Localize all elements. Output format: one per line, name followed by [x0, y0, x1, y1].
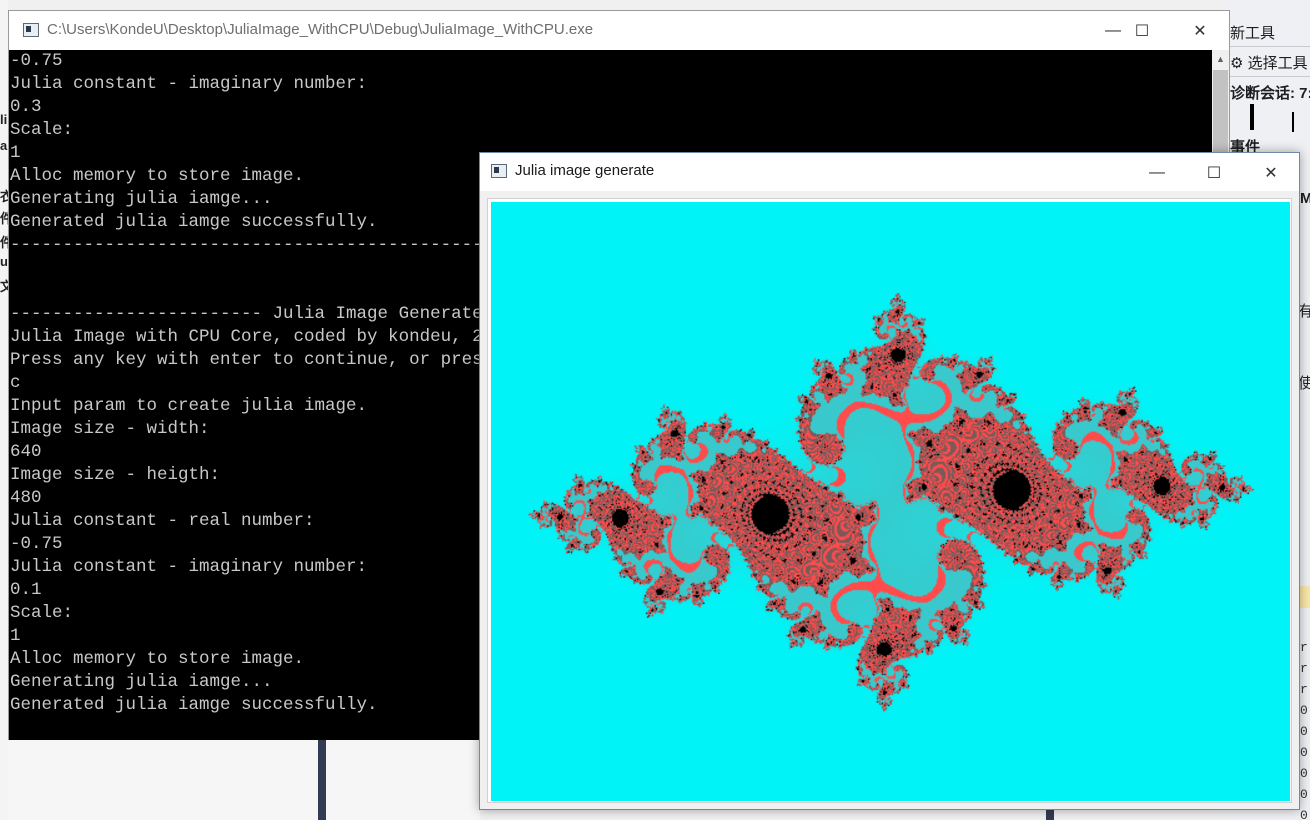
ide-menu-tools[interactable]: 新工具: [1230, 22, 1275, 43]
maximize-icon: ☐: [1134, 22, 1150, 40]
ide-table-row: 0: [1300, 766, 1308, 781]
highlight-strip: [1300, 586, 1310, 608]
ide-column-header: M: [1300, 190, 1310, 207]
close-button[interactable]: ✕: [1242, 153, 1300, 192]
scroll-up-arrow-icon[interactable]: ▲: [1212, 50, 1229, 67]
ide-select-tool[interactable]: ⚙ 选择工具: [1230, 52, 1308, 73]
left-glyph: 件: [0, 211, 8, 226]
minimize-button[interactable]: —: [1128, 153, 1186, 192]
julia-title: Julia image generate: [515, 162, 655, 179]
julia-titlebar[interactable]: Julia image generate — ☐ ✕: [480, 153, 1299, 191]
left-glyph: 件: [0, 235, 8, 250]
divider: [1224, 46, 1310, 47]
background-bottom-area: [8, 738, 480, 820]
ide-table-row: r: [1300, 661, 1308, 676]
console-line: 0.3: [10, 97, 42, 117]
ide-table-row: 0: [1300, 808, 1308, 820]
maximize-icon: ☐: [1206, 164, 1222, 182]
console-titlebar[interactable]: C:\Users\KondeU\Desktop\JuliaImage_WithC…: [9, 11, 1229, 50]
ide-table-row: r: [1300, 682, 1308, 697]
background-divider: [318, 738, 326, 820]
ide-table-row: r: [1300, 640, 1308, 655]
timeline-marker: [1250, 104, 1254, 130]
maximize-button[interactable]: ☐: [1113, 11, 1171, 50]
divider: [1224, 76, 1310, 77]
close-icon: ✕: [1193, 22, 1207, 40]
close-icon: ✕: [1264, 164, 1278, 182]
timeline-marker: [1292, 112, 1294, 132]
minimize-icon: —: [1149, 163, 1165, 181]
ide-table-row: 0: [1300, 745, 1308, 760]
gear-icon: ⚙: [1230, 55, 1244, 72]
close-button[interactable]: ✕: [1171, 11, 1229, 50]
julia-client-area: [487, 198, 1292, 803]
console-line: Julia constant - imaginary number:: [10, 74, 368, 94]
console-app-icon: [23, 23, 39, 37]
background-left-panel: li a 衣 件 件 ul 文: [0, 0, 8, 820]
ide-diagnostic-session: 诊断会话: 7:4: [1230, 85, 1310, 102]
console-line: -0.75: [10, 51, 63, 71]
left-glyph: ul: [0, 254, 8, 269]
ide-select-tool-label: 选择工具: [1247, 55, 1308, 72]
left-glyph: li: [0, 112, 8, 127]
julia-window[interactable]: Julia image generate — ☐ ✕: [479, 152, 1300, 810]
left-glyph: 衣: [0, 189, 8, 204]
ide-table-row: 0: [1300, 703, 1308, 718]
left-glyph: 文: [0, 279, 8, 294]
ide-table-rows: rrr000000: [1300, 640, 1310, 820]
left-glyph: a: [0, 138, 8, 153]
julia-fractal-image: [491, 202, 1290, 801]
maximize-button[interactable]: ☐: [1185, 153, 1243, 192]
ide-table-row: 0: [1300, 787, 1308, 802]
console-title: C:\Users\KondeU\Desktop\JuliaImage_WithC…: [47, 21, 594, 38]
julia-app-icon: [491, 164, 507, 178]
console-line: Scale:: [10, 120, 74, 140]
ide-table-row: 0: [1300, 724, 1308, 739]
